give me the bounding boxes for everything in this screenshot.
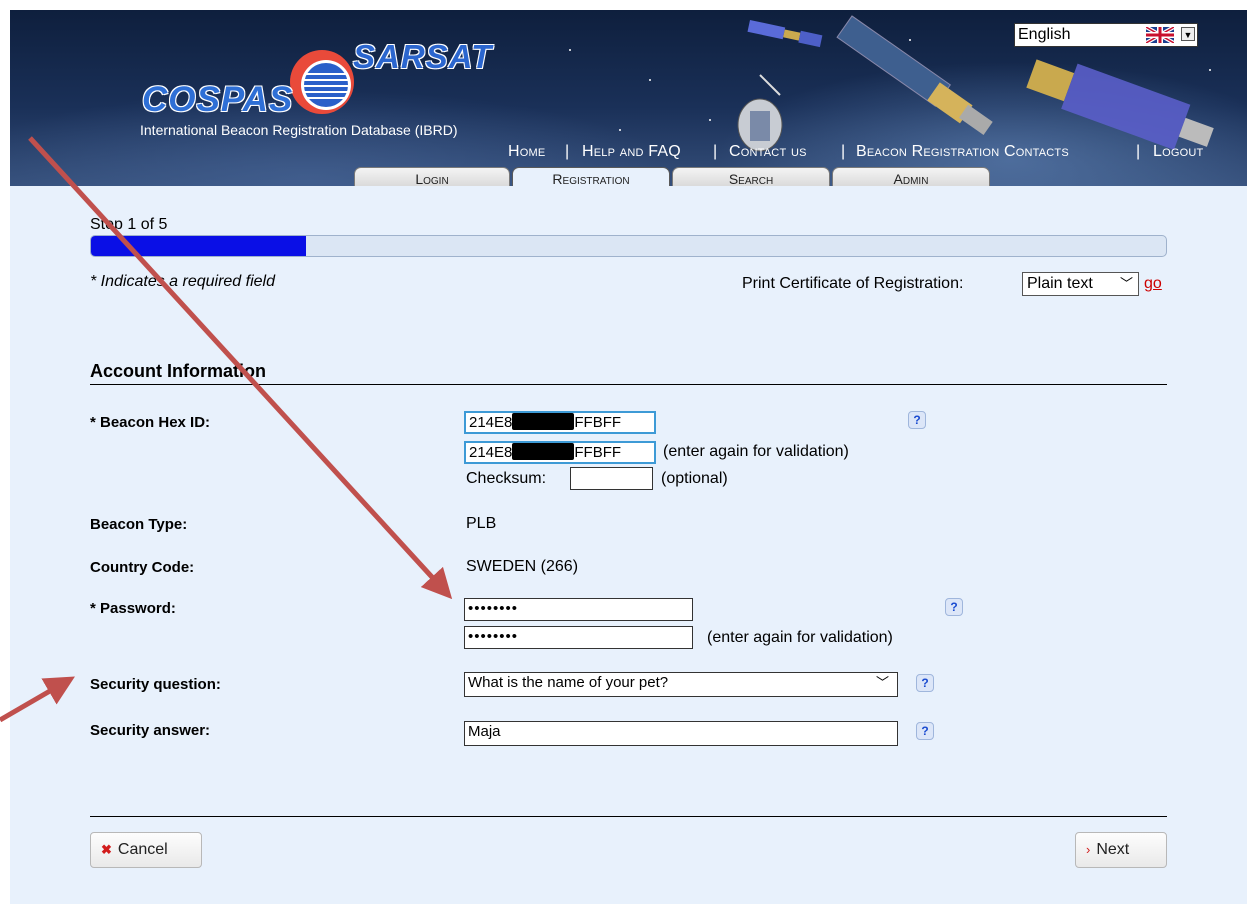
hex-validation-note: (enter again for validation) xyxy=(663,443,849,460)
beacon-type-value: PLB xyxy=(466,515,497,532)
beacon-type-label: Beacon Type: xyxy=(90,516,188,533)
beacon-hex-label: * Beacon Hex ID: xyxy=(90,414,211,431)
progress-bar xyxy=(90,235,1167,257)
uk-flag-icon xyxy=(1146,27,1174,43)
nav-separator: | xyxy=(841,143,846,160)
help-icon[interactable]: ? xyxy=(916,722,934,740)
step-indicator: Step 1 of 5 xyxy=(90,216,168,233)
nav-logout[interactable]: Logout xyxy=(1153,143,1203,161)
section-title: Account Information xyxy=(90,361,266,381)
print-format-value: Plain text xyxy=(1027,275,1093,292)
hex-suffix: FFBFF xyxy=(574,414,622,431)
redaction-block xyxy=(512,443,575,460)
header-banner: SARSAT COSPAS International Beacon Regis… xyxy=(10,10,1247,186)
chevron-down-icon: ﹀ xyxy=(1119,276,1133,291)
tab-registration[interactable]: Registration xyxy=(512,167,670,186)
beacon-hex-confirm-input[interactable]: 214E8 FFBFF xyxy=(464,441,656,464)
top-navigation: Home | Help and FAQ | Contact us | Beaco… xyxy=(10,143,1247,163)
password-mask: •••••••• xyxy=(468,600,519,617)
checksum-input[interactable] xyxy=(570,467,653,490)
cancel-label: Cancel xyxy=(117,841,168,858)
password-label: * Password: xyxy=(90,600,176,617)
dropdown-arrow-icon[interactable]: ▼ xyxy=(1181,27,1195,41)
logo-cospas: COSPAS xyxy=(142,80,294,119)
security-question-value: What is the name of your pet? xyxy=(468,674,669,691)
footer-divider xyxy=(90,816,1167,817)
next-label: Next xyxy=(1096,841,1130,858)
close-icon: ✖ xyxy=(101,842,112,857)
tab-admin[interactable]: Admin xyxy=(832,167,990,186)
nav-home[interactable]: Home xyxy=(508,143,545,161)
cancel-button[interactable]: ✖ Cancel xyxy=(90,832,202,868)
hex-prefix: 214E8 xyxy=(469,444,513,461)
security-answer-label: Security answer: xyxy=(90,722,211,739)
nav-help-faq[interactable]: Help and FAQ xyxy=(582,143,681,161)
security-answer-input[interactable]: Maja xyxy=(464,721,898,746)
help-icon[interactable]: ? xyxy=(916,674,934,692)
go-link[interactable]: go xyxy=(1144,275,1162,293)
tab-bar: Login Registration Search Admin xyxy=(10,167,1247,186)
required-note: * Indicates a required field xyxy=(90,273,275,290)
password-confirm-input[interactable]: •••••••• xyxy=(464,626,693,649)
section-divider xyxy=(90,384,1167,385)
nav-contact-us[interactable]: Contact us xyxy=(729,143,807,161)
nav-separator: | xyxy=(713,143,718,160)
language-select[interactable]: English ▼ xyxy=(1014,23,1198,47)
security-question-select[interactable]: What is the name of your pet? ﹀ xyxy=(464,672,898,697)
beacon-hex-input[interactable]: 214E8 FFBFF xyxy=(464,411,656,434)
security-question-label: Security question: xyxy=(90,676,221,693)
nav-beacon-registration-contacts[interactable]: Beacon Registration Contacts xyxy=(856,143,1069,161)
password-mask: •••••••• xyxy=(468,628,519,645)
print-format-select[interactable]: Plain text ﹀ xyxy=(1022,272,1139,296)
help-icon[interactable]: ? xyxy=(945,598,963,616)
tab-login[interactable]: Login xyxy=(354,167,510,186)
hex-suffix: FFBFF xyxy=(574,444,622,461)
nav-separator: | xyxy=(1136,143,1141,160)
password-validation-note: (enter again for validation) xyxy=(707,629,893,646)
next-button[interactable]: › Next xyxy=(1075,832,1167,868)
language-value: English xyxy=(1018,26,1071,43)
chevron-right-icon: › xyxy=(1086,842,1091,857)
logo-sarsat: SARSAT xyxy=(353,38,493,75)
redaction-block xyxy=(512,413,575,430)
checksum-optional-note: (optional) xyxy=(661,470,728,487)
country-code-value: SWEDEN (266) xyxy=(466,558,579,575)
chevron-down-icon: ﹀ xyxy=(875,675,889,690)
nav-separator: | xyxy=(565,143,570,160)
page-frame: SARSAT COSPAS International Beacon Regis… xyxy=(10,10,1247,904)
site-title: International Beacon Registration Databa… xyxy=(140,122,458,138)
print-certificate-label: Print Certificate of Registration: xyxy=(742,275,964,292)
tab-search[interactable]: Search xyxy=(672,167,830,186)
country-code-label: Country Code: xyxy=(90,559,195,576)
help-icon[interactable]: ? xyxy=(908,411,926,429)
hex-prefix: 214E8 xyxy=(469,414,513,431)
progress-fill xyxy=(91,236,306,256)
password-input[interactable]: •••••••• xyxy=(464,598,693,621)
checksum-label: Checksum: xyxy=(466,470,547,487)
